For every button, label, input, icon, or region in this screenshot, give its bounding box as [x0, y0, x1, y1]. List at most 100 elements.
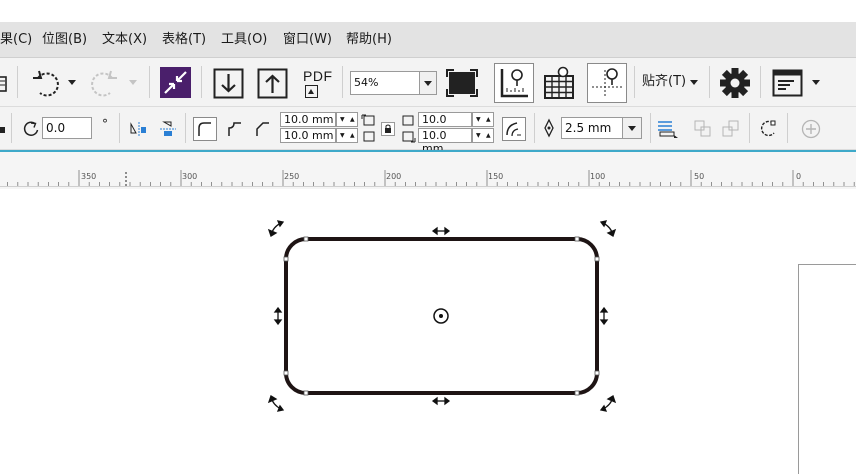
corner-node[interactable] [283, 370, 289, 376]
degree-symbol: ° [102, 117, 108, 131]
corner-node[interactable] [303, 390, 309, 396]
outline-width-input[interactable]: 2.5 mm [561, 117, 623, 139]
rounded-rectangle-selection[interactable] [262, 213, 622, 419]
redo-icon [91, 70, 117, 97]
corner-node[interactable] [574, 390, 580, 396]
pdf-label: PDF [303, 68, 333, 84]
menu-window[interactable]: 窗口(W) [283, 22, 332, 57]
menu-bitmaps[interactable]: 位图(B) [42, 22, 87, 57]
corner-node[interactable] [283, 256, 289, 262]
toolbar-separator [709, 66, 710, 98]
fit-to-page-icon[interactable] [160, 67, 191, 98]
zoom-dropdown-icon [424, 81, 432, 86]
toolbar-separator [342, 66, 343, 98]
ruler-ticks [7, 170, 855, 188]
show-guidelines-button[interactable] [587, 63, 627, 103]
corner-radius-bottom-right-spinner[interactable]: ▼ ▲ [472, 128, 494, 143]
corner-radius-top-right-input[interactable]: 10.0 mm [418, 112, 472, 139]
publish-pdf-button[interactable]: PDF [300, 68, 334, 100]
to-front-icon [694, 120, 711, 137]
corner-node[interactable] [303, 236, 309, 242]
show-rulers-button[interactable] [494, 63, 534, 103]
mirror-vertical-icon[interactable] [159, 121, 177, 137]
lock-icon[interactable] [0, 123, 6, 133]
relative-scaling-icon [506, 122, 521, 137]
export-icon[interactable] [257, 68, 288, 99]
ruler-label: 100 [590, 172, 606, 181]
snap-dropdown-icon[interactable] [690, 80, 698, 85]
toolbar-separator [17, 66, 18, 98]
undo-dropdown-icon[interactable] [68, 80, 76, 85]
menu-text[interactable]: 文本(X) [102, 22, 147, 57]
redo-dropdown-icon [129, 80, 137, 85]
snap-to-label[interactable]: 贴齐(T) [642, 72, 686, 92]
ruler-label: 350 [81, 172, 97, 181]
wrap-text-icon[interactable] [657, 119, 679, 139]
menu-bar: 果(C) 位图(B) 文本(X) 表格(T) 工具(O) 窗口(W) 帮助(H) [0, 22, 856, 58]
show-grid-icon[interactable] [543, 66, 579, 100]
import-icon[interactable] [213, 68, 244, 99]
round-corner-icon [198, 122, 211, 136]
corner-radius-top-left-spinner[interactable]: ▼ ▲ [336, 112, 358, 127]
toolbar-separator [749, 113, 750, 143]
corner-radius-bottom-right-input[interactable]: 10.0 mm [418, 128, 472, 155]
to-back-icon [722, 120, 739, 137]
convert-to-curves-icon[interactable] [758, 119, 778, 139]
options-gear-icon[interactable] [719, 67, 751, 99]
rotate-handle-top-right-icon[interactable] [599, 220, 617, 237]
title-strip [0, 0, 856, 22]
mirror-horizontal-icon[interactable] [130, 121, 148, 137]
launcher-dropdown-icon[interactable] [812, 80, 820, 85]
corner-radius-top-right-spinner[interactable]: ▼ ▲ [472, 112, 494, 127]
skew-handle-left-icon[interactable] [273, 306, 283, 326]
corner-radius-top-left-input[interactable]: 10.0 mm [280, 112, 336, 127]
skew-handle-bottom-icon[interactable] [431, 396, 451, 406]
standard-toolbar: PDF 54% 贴齐(T) [0, 58, 856, 107]
rotation-icon [23, 121, 39, 136]
ruler-label: 300 [182, 172, 198, 181]
skew-handle-top-icon[interactable] [431, 226, 451, 236]
menu-table[interactable]: 表格(T) [162, 22, 206, 57]
toolbar-separator [11, 113, 12, 143]
property-bar: 0.0 ° 10.0 mm ▼ ▲ 10.0 mm ▼ ▲ 10.0 ▼ ▲ 1… [0, 107, 856, 155]
add-preset-icon [801, 119, 821, 139]
corner-bracket-right-icon [402, 115, 416, 143]
relative-corner-scaling-button[interactable] [502, 117, 526, 141]
corner-node[interactable] [574, 236, 580, 242]
rotation-angle-input[interactable]: 0.0 [42, 117, 92, 139]
corner-bracket-left-icon [361, 114, 375, 142]
zoom-level-input[interactable]: 54% [350, 71, 420, 95]
undo-icon[interactable] [30, 68, 62, 100]
corner-radius-bottom-left-input[interactable]: 10.0 mm [280, 128, 336, 143]
guidelines-icon [592, 68, 622, 98]
rotate-handle-bottom-right-icon[interactable] [599, 395, 617, 412]
scalloped-corner-icon[interactable] [224, 118, 246, 140]
zoom-dropdown-button[interactable] [419, 71, 437, 95]
rotation-center-icon[interactable] [433, 308, 449, 324]
drawing-canvas[interactable] [0, 189, 856, 474]
horizontal-ruler[interactable]: 350 300 250 200 150 100 50 0 [0, 150, 856, 190]
menu-help[interactable]: 帮助(H) [346, 22, 392, 57]
document-icon[interactable] [0, 76, 8, 92]
full-screen-preview-icon[interactable] [446, 68, 478, 98]
rotate-handle-bottom-left-icon[interactable] [267, 395, 285, 412]
lock-ratio-icon[interactable] [381, 122, 395, 136]
rulers-icon [500, 69, 528, 98]
toolbar-separator [185, 113, 186, 143]
chamfered-corner-icon[interactable] [252, 118, 274, 140]
pdf-icon [305, 85, 318, 98]
ruler-label: 200 [386, 172, 402, 181]
application-launcher-icon[interactable] [772, 69, 804, 97]
corner-node[interactable] [594, 256, 600, 262]
menu-effects[interactable]: 果(C) [0, 22, 32, 57]
toolbar-separator [760, 66, 761, 98]
ruler-label: 250 [284, 172, 300, 181]
corner-node[interactable] [594, 370, 600, 376]
skew-handle-right-icon[interactable] [599, 306, 609, 326]
round-corner-button[interactable] [193, 117, 217, 141]
menu-tools[interactable]: 工具(O) [221, 22, 267, 57]
outline-pen-icon [544, 118, 554, 138]
corner-radius-bottom-left-spinner[interactable]: ▼ ▲ [336, 128, 358, 143]
rotate-handle-top-left-icon[interactable] [267, 220, 285, 237]
outline-width-dropdown-button[interactable] [622, 117, 642, 139]
